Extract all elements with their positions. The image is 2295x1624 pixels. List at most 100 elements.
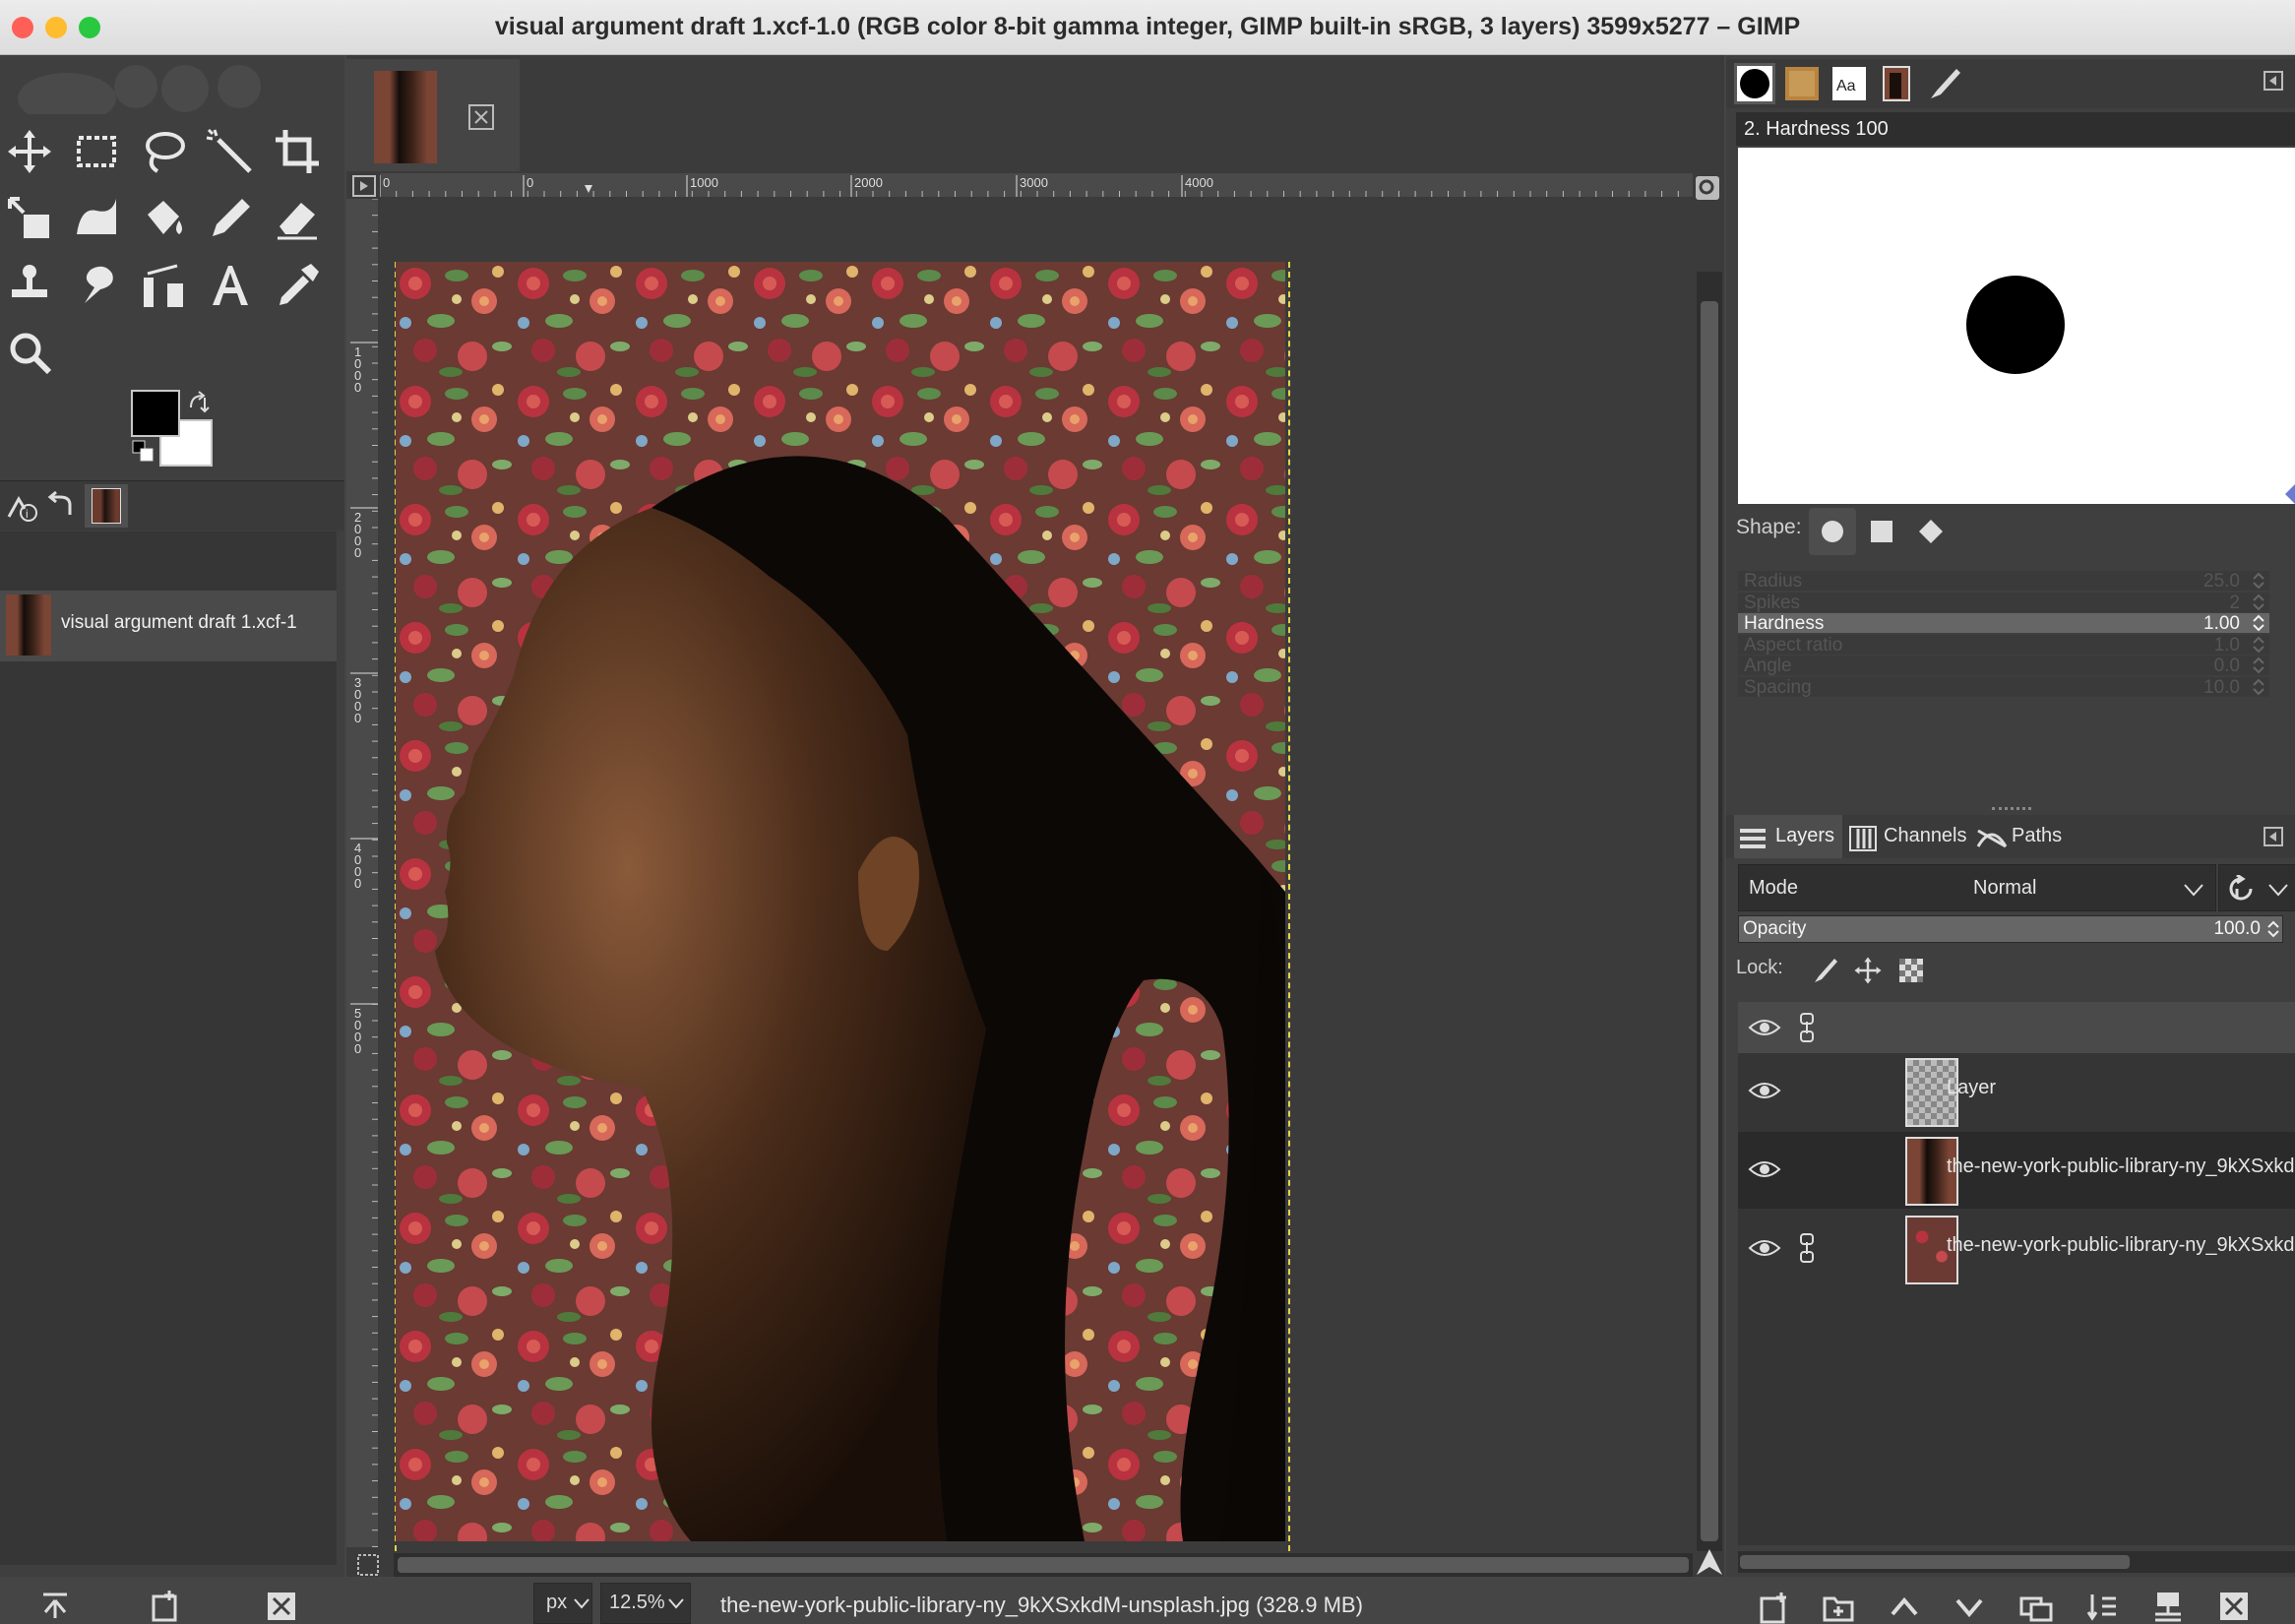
brush-param-spacing: Spacing 10.0 <box>1738 676 2269 698</box>
warp-tool-button[interactable] <box>67 189 126 248</box>
toggle-quick-mask-icon[interactable] <box>356 1553 380 1577</box>
merge-layer-icon[interactable] <box>2086 1591 2120 1624</box>
tab-layers[interactable]: Layers <box>1734 815 1842 858</box>
lock-position-button[interactable] <box>1844 947 1892 994</box>
tab-fonts[interactable]: Aa <box>1829 63 1870 104</box>
spin-arrows-icon[interactable] <box>2266 920 2280 938</box>
horizontal-ruler[interactable]: 0 0 1000 2000 3000 4000 <box>379 173 1693 197</box>
brush-param-value: 0.0 <box>2213 656 2240 676</box>
navigate-icon[interactable] <box>1695 1547 1724 1577</box>
zoom-select[interactable]: 12.5% <box>600 1583 691 1624</box>
lower-layer-icon[interactable] <box>1954 1593 1984 1622</box>
canvas-viewport[interactable] <box>380 199 1693 1551</box>
spin-arrows-icon[interactable] <box>2252 614 2265 632</box>
chain-toggle[interactable] <box>1797 1075 1817 1106</box>
layer-row[interactable]: the-new-york-public-library-ny_9kXSxkdM-… <box>1738 1132 2295 1209</box>
layer-row[interactable]: Layer <box>1738 1053 2295 1130</box>
eye-header-icon <box>1748 1020 1781 1035</box>
tab-patterns[interactable] <box>1781 63 1823 104</box>
tab-tool-options[interactable] <box>1923 63 1964 104</box>
eye-icon[interactable] <box>1748 1236 1781 1260</box>
layer-name[interactable]: the-new-york-public-library-ny_9kXSxkdM-… <box>1947 1156 2295 1178</box>
brush-name-field[interactable]: 2. Hardness 100 <box>1736 112 2295 146</box>
font-tab-icon: Aa <box>1832 67 1866 100</box>
lasso-tool-button[interactable] <box>134 122 193 181</box>
tab-brushes[interactable] <box>1734 63 1775 104</box>
move-tool-button[interactable] <box>0 122 59 181</box>
text-tool-button[interactable] <box>201 256 260 315</box>
opacity-slider[interactable]: Opacity 100.0 <box>1738 915 2283 943</box>
image-list-item[interactable]: visual argument draft 1.xcf-1 <box>0 591 337 661</box>
bucket-fill-tool-button[interactable] <box>134 189 193 248</box>
rect-select-tool-button[interactable] <box>67 122 126 181</box>
vertical-scroll-thumb[interactable] <box>1701 301 1718 1541</box>
close-tab-icon[interactable] <box>468 104 494 130</box>
layer-name[interactable]: Layer <box>1947 1077 2295 1099</box>
eye-icon[interactable] <box>1748 1079 1781 1102</box>
image-tab[interactable] <box>346 59 520 171</box>
eraser-tool-button[interactable] <box>268 189 327 248</box>
raise-layer-icon[interactable] <box>1890 1593 1919 1622</box>
default-colors-icon[interactable] <box>131 439 156 465</box>
tab-channels[interactable]: Channels <box>1844 815 1972 858</box>
clone-tool-button[interactable] <box>0 256 59 315</box>
composite-mode-select[interactable] <box>2218 864 2295 911</box>
swap-colors-icon[interactable] <box>187 390 213 415</box>
device-status-icon: i <box>7 496 37 522</box>
lock-alpha-button[interactable] <box>1888 947 1935 994</box>
raise-view-icon[interactable] <box>39 1591 71 1622</box>
anchor-layer-icon[interactable] <box>2151 1591 2185 1624</box>
pencil-tool-button[interactable] <box>201 189 260 248</box>
circle-shape-icon <box>1822 521 1843 542</box>
move-icon <box>8 130 51 173</box>
quick-mask-menu-icon[interactable] <box>352 175 376 197</box>
new-layer-icon[interactable] <box>1758 1591 1791 1624</box>
zoom-to-fit-icon[interactable] <box>1695 175 1720 201</box>
layers-panel-menu-icon[interactable] <box>2264 827 2283 846</box>
vertical-scrollbar[interactable] <box>1697 272 1722 1551</box>
layers-scroll-thumb[interactable] <box>1740 1555 2130 1569</box>
fuzzy-select-tool-button[interactable] <box>201 122 260 181</box>
tab-images-dock[interactable] <box>1876 63 1917 104</box>
horizontal-scrollbar[interactable] <box>394 1553 1693 1577</box>
eraser-icon <box>278 203 317 240</box>
unit-select[interactable]: px <box>533 1583 592 1624</box>
chain-icon[interactable] <box>1797 1232 1817 1264</box>
layer-mode-select[interactable]: Mode Normal <box>1738 864 2216 911</box>
foreground-color-swatch[interactable] <box>131 390 180 437</box>
shape-diamond-button[interactable] <box>1907 508 1954 555</box>
horizontal-scroll-thumb[interactable] <box>398 1557 1689 1573</box>
shape-square-button[interactable] <box>1858 508 1905 555</box>
new-display-icon[interactable] <box>150 1589 181 1622</box>
layers-horizontal-scrollbar[interactable] <box>1738 1551 2295 1573</box>
shape-circle-button[interactable] <box>1809 508 1856 555</box>
lock-pixels-button[interactable] <box>1801 947 1848 994</box>
crop-tool-button[interactable] <box>268 122 327 181</box>
eye-icon[interactable] <box>1748 1157 1781 1181</box>
smudge-tool-button[interactable] <box>67 256 126 315</box>
tab-undo-history[interactable] <box>39 484 83 528</box>
delete-layer-icon[interactable] <box>2218 1591 2250 1622</box>
spin-arrows-icon <box>2253 636 2264 653</box>
duplicate-layer-icon[interactable] <box>2019 1591 2053 1624</box>
layer-name[interactable]: the-new-york-public-library-ny_9kXSxkdM-… <box>1947 1234 2295 1257</box>
tab-device-status[interactable]: i <box>0 484 43 528</box>
tab-images[interactable] <box>85 484 128 528</box>
delete-display-icon[interactable] <box>266 1591 297 1622</box>
brush-preview[interactable] <box>1738 148 2295 504</box>
new-layer-group-icon[interactable] <box>1823 1591 1856 1624</box>
brush-param-hardness[interactable]: Hardness 1.00 <box>1738 613 2269 634</box>
chain-toggle[interactable] <box>1797 1154 1817 1185</box>
spin-arrows-icon <box>2253 678 2264 695</box>
vertical-ruler[interactable]: 1000 2000 3000 4000 5000 <box>346 198 378 1547</box>
paths-tool-button[interactable] <box>134 256 193 315</box>
zoom-tool-button[interactable] <box>0 323 59 382</box>
brush-param-label: Spikes <box>1744 592 1801 613</box>
scale-tool-button[interactable] <box>0 189 59 248</box>
tab-paths[interactable]: Paths <box>1974 815 2082 858</box>
dock-panel-menu-icon[interactable] <box>2264 71 2283 91</box>
color-picker-tool-button[interactable] <box>268 256 327 315</box>
tab-channels-label: Channels <box>1884 825 1967 846</box>
h-ruler-label: 0 <box>527 175 533 190</box>
layer-row[interactable]: the-new-york-public-library-ny_9kXSxkdM-… <box>1738 1211 2295 1287</box>
